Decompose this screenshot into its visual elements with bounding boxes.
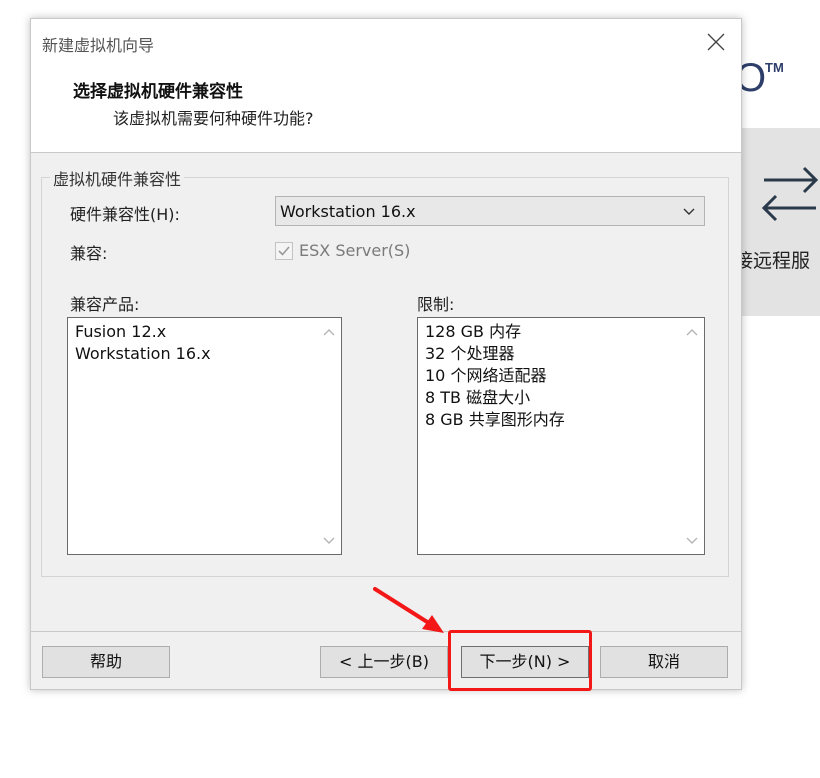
close-icon	[707, 33, 725, 51]
connect-remote-server-tile[interactable]: 接远程服	[740, 128, 820, 316]
scroll-down-icon[interactable]	[323, 536, 335, 546]
page-title: 选择虚拟机硬件兼容性	[73, 82, 243, 102]
esx-server-checkbox[interactable]	[275, 242, 293, 260]
trademark-mark: TM	[765, 60, 784, 75]
list-item: 128 GB 内存	[425, 322, 522, 341]
connect-remote-server-label: 接远程服	[740, 250, 811, 272]
close-button[interactable]	[705, 31, 727, 53]
hw-compat-label: 硬件兼容性(H):	[70, 205, 180, 224]
list-item: 8 GB 共享图形内存	[425, 410, 565, 429]
limits-label: 限制:	[417, 295, 455, 314]
hw-compat-selected-value: Workstation 16.x	[280, 202, 416, 221]
chevron-down-icon	[683, 208, 695, 215]
hw-compat-select[interactable]: Workstation 16.x	[275, 196, 705, 226]
scroll-up-icon[interactable]	[323, 327, 335, 337]
esx-server-label: ESX Server(S)	[299, 241, 411, 260]
limits-list[interactable]: 128 GB 内存 32 个处理器 10 个网络适配器 8 TB 磁盘大小 8 …	[417, 317, 705, 555]
next-button[interactable]: 下一步(N) >	[461, 646, 589, 678]
wizard-header: 新建虚拟机向导 选择虚拟机硬件兼容性 该虚拟机需要何种硬件功能?	[31, 19, 741, 153]
list-item[interactable]: Fusion 12.x	[75, 321, 341, 343]
checkmark-icon	[278, 246, 290, 256]
window-title: 新建虚拟机向导	[42, 36, 155, 55]
help-button[interactable]: 帮助	[42, 646, 170, 678]
compat-label: 兼容:	[70, 244, 108, 263]
list-item: 8 TB 磁盘大小	[425, 388, 531, 407]
page-subtitle: 该虚拟机需要何种硬件功能?	[113, 109, 314, 128]
compatible-products-label: 兼容产品:	[70, 295, 140, 314]
scroll-down-icon[interactable]	[686, 536, 698, 546]
list-item: 10 个网络适配器	[425, 366, 547, 385]
list-item: 32 个处理器	[425, 344, 515, 363]
compatible-products-list[interactable]: Fusion 12.x Workstation 16.x	[67, 317, 342, 555]
red-arrow-annotation	[373, 587, 444, 633]
back-button[interactable]: < 上一步(B)	[320, 646, 448, 678]
scroll-up-icon[interactable]	[686, 327, 698, 337]
swap-arrows-icon	[761, 166, 819, 222]
list-item[interactable]: Workstation 16.x	[75, 343, 341, 365]
cancel-button[interactable]: 取消	[600, 646, 728, 678]
group-title: 虚拟机硬件兼容性	[50, 166, 185, 190]
